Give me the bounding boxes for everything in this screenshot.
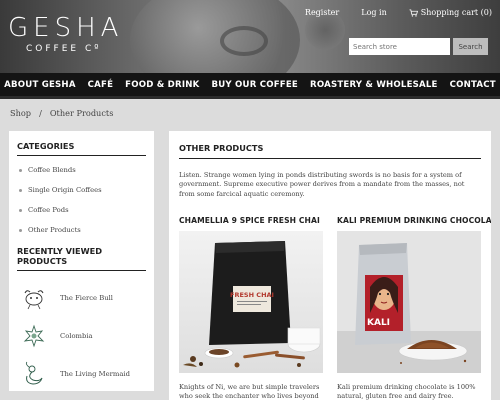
site-header: GESHA COFFEE Cº Register Log in Shopping… [0,0,500,73]
sidebar: CATEGORIES Coffee Blends Single Origin C… [9,131,154,391]
register-link[interactable]: Register [305,8,339,17]
colombia-illustration-thumbnail[interactable] [21,323,47,349]
cart-icon [409,8,418,17]
breadcrumb-current: Other Products [49,108,114,118]
kali-chocolate-product-image[interactable]: KALI [337,231,481,373]
category-item-other-products[interactable]: Other Products [17,226,146,234]
nav-about-gesha[interactable]: ABOUT GESHA [4,80,76,90]
product-card-kali: KALI PREMIUM DRINKING CHOCOLATE KALI Kal… [337,216,491,400]
search-input[interactable] [349,38,450,55]
mermaid-illustration-thumbnail[interactable] [21,361,47,387]
main-navigation: ABOUT GESHA CAFÉ FOOD & DRINK BUY OUR CO… [0,73,500,99]
header-links: Register Log in Shopping cart (0) [283,8,492,17]
recent-item-colombia[interactable]: Colombia [17,317,146,355]
breadcrumb: Shop / Other Products [10,108,113,118]
nav-food-drink[interactable]: FOOD & DRINK [125,80,199,90]
main-content: OTHER PRODUCTS Listen. Strange women lyi… [169,131,491,400]
bullet-icon [19,208,22,212]
recent-item-fierce-bull[interactable]: The Fierce Bull [17,279,146,317]
logo-wordmark: GESHA [8,13,124,43]
product-title[interactable]: KALI PREMIUM DRINKING CHOCOLATE [337,216,491,225]
product-grid: CHAMELLIA 9 SPICE FRESH CHAI FRESH CHAI [179,216,491,400]
nav-roastery-wholesale[interactable]: ROASTERY & WHOLESALE [310,80,438,90]
bag-label-text: KALI [367,318,390,328]
product-description: Kali premium drinking chocolate is 100% … [337,383,476,400]
category-list: Coffee Blends Single Origin Coffees Coff… [17,166,146,234]
search-bar: Search [349,38,488,55]
category-label: Coffee Blends [28,166,76,174]
chai-bag-product-image[interactable]: FRESH CHAI [179,231,323,373]
logo-subtitle: COFFEE Cº [26,44,102,54]
recent-item-label[interactable]: The Fierce Bull [60,294,113,302]
product-card-chai: CHAMELLIA 9 SPICE FRESH CHAI FRESH CHAI [179,216,323,400]
bullet-icon [19,228,22,232]
nav-buy-our-coffee[interactable]: BUY OUR COFFEE [211,80,298,90]
breadcrumb-shop-link[interactable]: Shop [10,108,31,118]
category-item-single-origin[interactable]: Single Origin Coffees [17,186,146,194]
recent-item-living-mermaid[interactable]: The Living Mermaid [17,355,146,393]
category-item-coffee-pods[interactable]: Coffee Pods [17,206,146,214]
category-item-coffee-blends[interactable]: Coffee Blends [17,166,146,174]
category-description: Listen. Strange women lying in ponds dis… [179,171,465,198]
shopping-cart-link[interactable]: Shopping cart (0) [409,8,492,17]
nav-contact[interactable]: CONTACT [450,80,496,90]
search-button[interactable]: Search [453,38,488,55]
login-link[interactable]: Log in [361,8,387,17]
category-label: Single Origin Coffees [28,186,102,194]
category-label: Coffee Pods [28,206,69,214]
cart-label: Shopping cart (0) [420,8,492,17]
breadcrumb-separator: / [39,108,42,118]
recent-item-label[interactable]: Colombia [60,332,93,340]
category-label: Other Products [28,226,81,234]
product-description: Knights of Ni, we are but simple travele… [179,383,320,400]
nav-cafe[interactable]: CAFÉ [88,80,114,90]
bullet-icon [19,168,22,172]
recently-viewed-list: The Fierce Bull Colombia The Living Merm… [17,279,146,393]
bull-illustration-thumbnail[interactable] [21,285,47,311]
recent-item-label[interactable]: The Living Mermaid [60,370,130,378]
site-logo[interactable]: GESHA COFFEE Cº [8,14,123,54]
header-background-ring [220,26,268,56]
recently-viewed-heading: RECENTLY VIEWED PRODUCTS [17,246,146,271]
product-title[interactable]: CHAMELLIA 9 SPICE FRESH CHAI [179,216,323,225]
header-background-photo [130,0,300,73]
bullet-icon [19,188,22,192]
categories-heading: CATEGORIES [17,141,146,156]
page-title: OTHER PRODUCTS [179,143,481,159]
bag-label-text: FRESH CHAI [230,291,274,299]
